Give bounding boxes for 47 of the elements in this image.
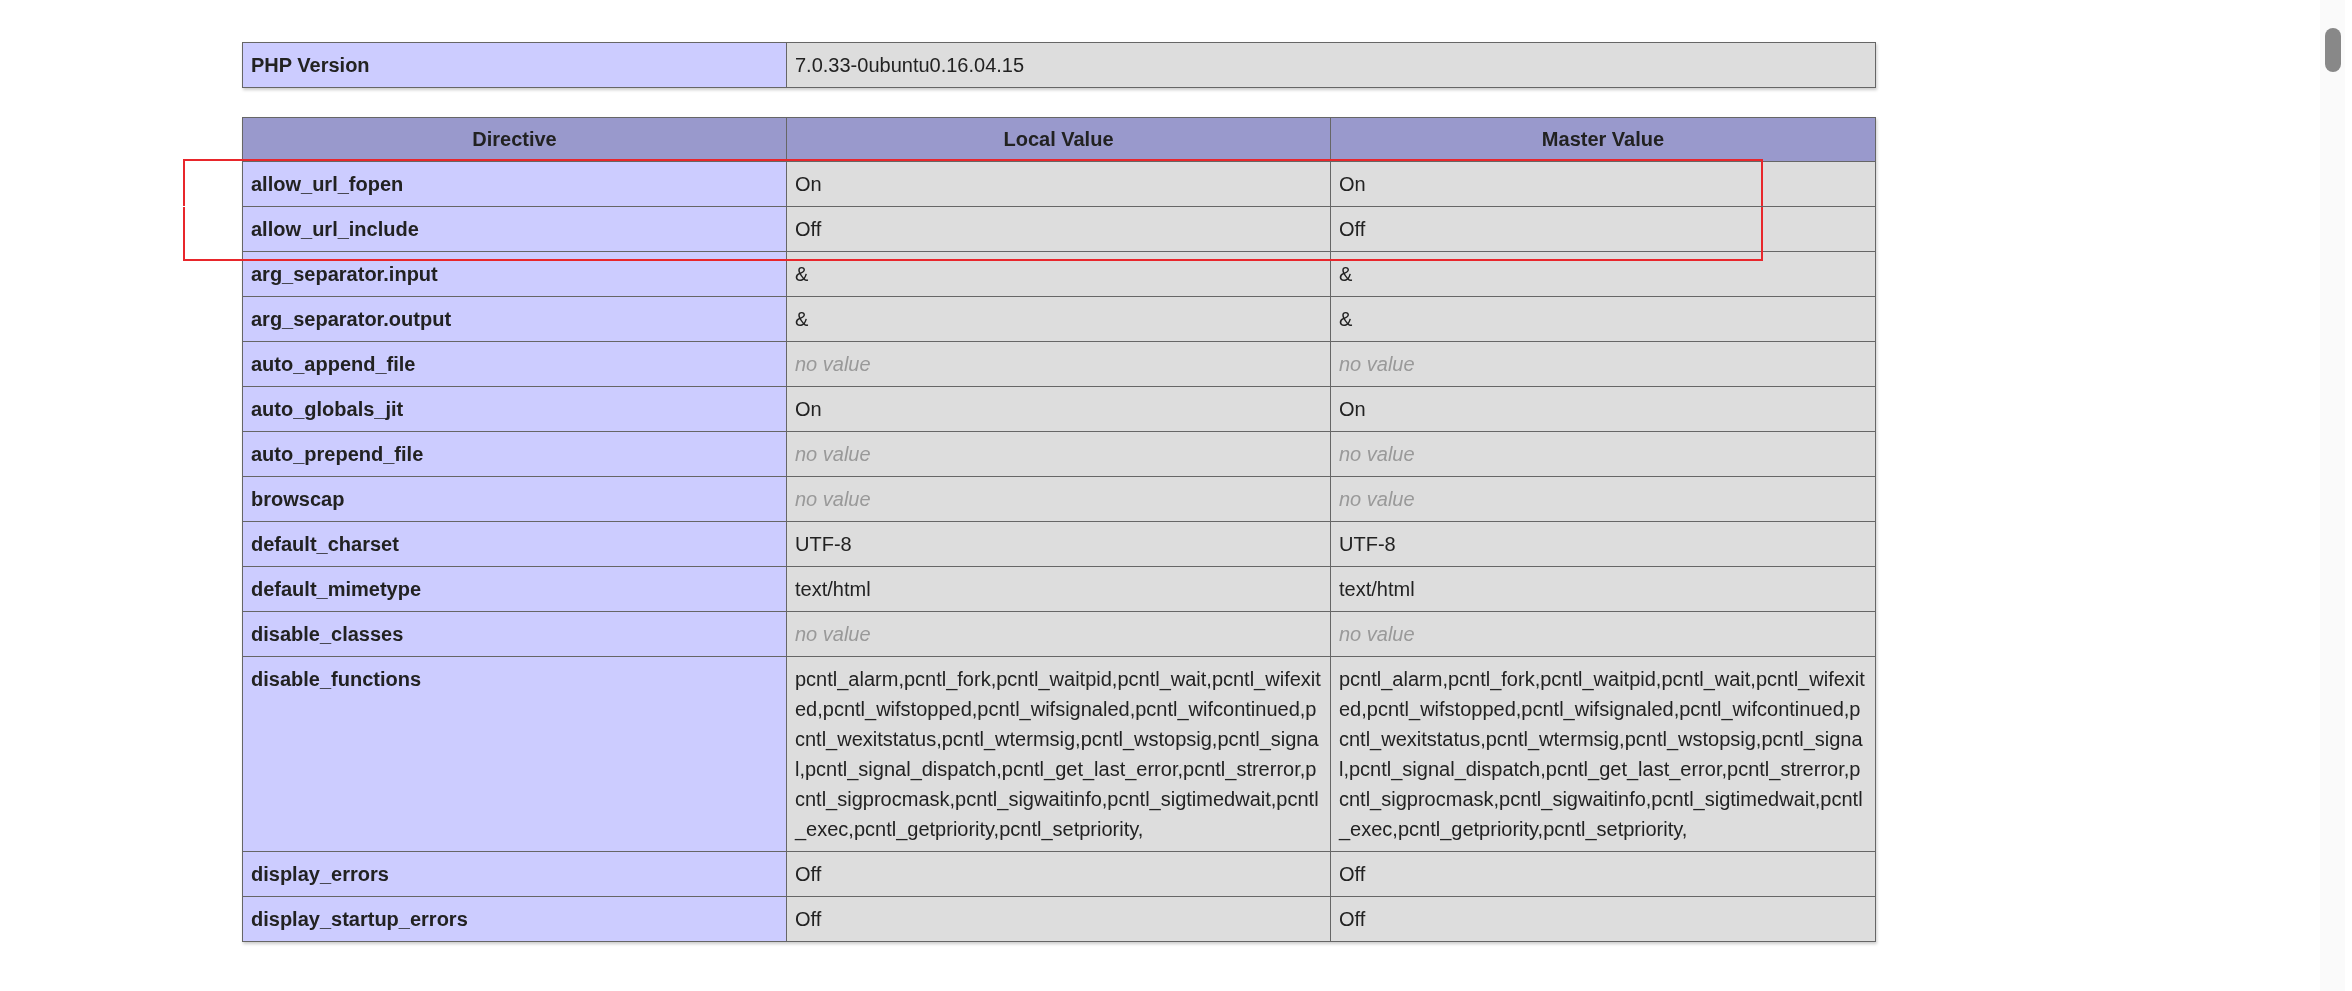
no-value-cell: no value [786,431,1331,477]
value-cell: & [786,251,1331,297]
value-cell: text/html [1330,566,1876,612]
value-cell: UTF-8 [786,521,1331,567]
value-cell: & [786,296,1331,342]
value-cell: UTF-8 [1330,521,1876,567]
directive-cell: auto_globals_jit [242,386,787,432]
value-cell: Off [786,896,1331,942]
no-value-cell: no value [1330,611,1876,657]
directive-cell: default_charset [242,521,787,567]
scrollbar[interactable] [2320,0,2345,991]
directive-cell: display_errors [242,851,787,897]
directive-cell: arg_separator.output [242,296,787,342]
column-header: Master Value [1330,117,1876,162]
value-cell: & [1330,251,1876,297]
column-header: Directive [242,117,787,162]
no-value-cell: no value [786,476,1331,522]
no-value-cell: no value [1330,476,1876,522]
directive-cell: arg_separator.input [242,251,787,297]
scrollbar-thumb[interactable] [2325,28,2341,72]
no-value-cell: no value [1330,341,1876,387]
value-cell: 7.0.33-0ubuntu0.16.04.15 [786,42,1876,88]
directive-cell: PHP Version [242,42,787,88]
directive-cell: disable_functions [242,656,787,852]
no-value-cell: no value [786,341,1331,387]
directive-cell: disable_classes [242,611,787,657]
value-cell: On [786,161,1331,207]
value-cell: pcntl_alarm,pcntl_fork,pcntl_waitpid,pcntl_wait,pcntl_wifexited,pcntl_wifstopped,pcntl_wifsignaled,pcntl_wifcontinued,pcntl_wexitstatus,pcntl_wtermsig,pcntl_wstopsig,pcntl_signal,pcntl_signal_dispatch,pcntl_get_last_error,pcntl_strerror,pcntl_sigprocmask,pcntl_sigwaitinfo,pcntl_sigtimedwait,pcntl_exec,pcntl_getpriority,pcntl_setpriority, [1330,656,1876,852]
value-cell: text/html [786,566,1331,612]
no-value-cell: no value [1330,431,1876,477]
value-cell: Off [786,206,1331,252]
value-cell: On [1330,386,1876,432]
value-cell: Off [1330,896,1876,942]
directive-cell: browscap [242,476,787,522]
value-cell: & [1330,296,1876,342]
directive-cell: auto_prepend_file [242,431,787,477]
directive-cell: display_startup_errors [242,896,787,942]
no-value-cell: no value [786,611,1331,657]
directive-cell: auto_append_file [242,341,787,387]
value-cell: pcntl_alarm,pcntl_fork,pcntl_waitpid,pcntl_wait,pcntl_wifexited,pcntl_wifstopped,pcntl_wifsignaled,pcntl_wifcontinued,pcntl_wexitstatus,pcntl_wtermsig,pcntl_wstopsig,pcntl_signal,pcntl_signal_dispatch,pcntl_get_last_error,pcntl_strerror,pcntl_sigprocmask,pcntl_sigwaitinfo,pcntl_sigtimedwait,pcntl_exec,pcntl_getpriority,pcntl_setpriority, [786,656,1331,852]
value-cell: On [786,386,1331,432]
value-cell: Off [1330,851,1876,897]
column-header: Local Value [786,117,1331,162]
directive-cell: default_mimetype [242,566,787,612]
value-cell: Off [786,851,1331,897]
value-cell: On [1330,161,1876,207]
value-cell: Off [1330,206,1876,252]
